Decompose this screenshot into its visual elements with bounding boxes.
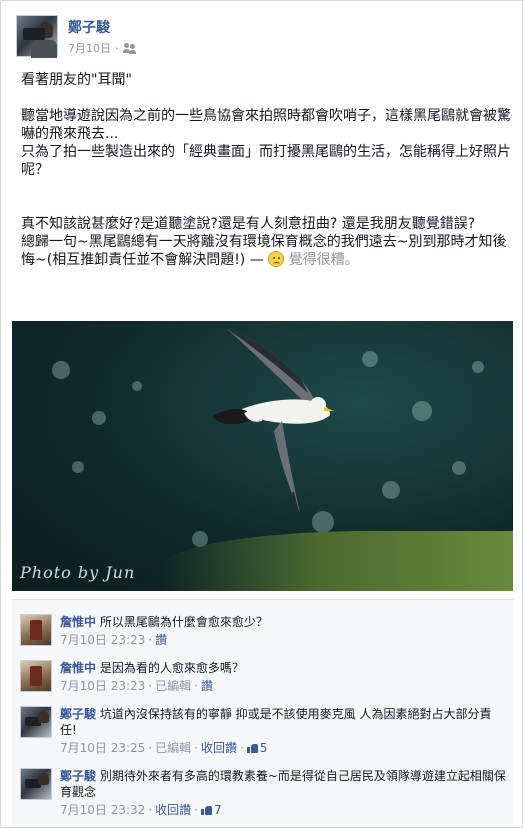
post-paragraph: 總歸一句~黑尾鷗總有一天將離沒有環境保育概念的我們遠去~別到那時才知後悔~(相互… <box>21 233 511 269</box>
comment-time[interactable]: 7月10日 23:23 <box>60 679 145 693</box>
comment-text: 別期待外來者有多高的環教素養~而是得從自己居民及領隊導遊建立起相關保育觀念 <box>60 769 506 799</box>
like-count[interactable]: 7 <box>200 803 222 817</box>
post-paragraph: 真不知該說甚麼好?是道聽塗說?還是有人刻意扭曲? 還是我朋友聽覺錯誤? <box>21 216 476 232</box>
post-text: 看著朋友的"耳聞" 聽當地導遊說因為之前的一些鳥協會來拍照時都會吹哨子，這樣黑尾… <box>21 71 511 269</box>
post-paragraph: 只為了拍一些製造出來的「經典畫面」而打擾黑尾鷗的生活，怎能稱得上好照片呢？ <box>21 144 511 178</box>
like-count-value: 5 <box>259 741 268 755</box>
comment-text: 是因為看的人愈來愈多嗎？ <box>99 661 244 675</box>
commenter-avatar[interactable] <box>20 660 52 692</box>
commenter-name[interactable]: 鄭子駿 <box>60 707 96 721</box>
post-card: 鄭子駿 7月10日 · 看著朋友的"耳聞" 聽當地導遊說因為之前的一些鳥協會來拍照… <box>0 0 523 828</box>
friends-icon[interactable] <box>122 43 137 54</box>
commenter-name[interactable]: 鄭子駿 <box>60 769 96 783</box>
seagull-image <box>212 329 334 513</box>
edited-label[interactable]: 已編輯 <box>155 679 191 693</box>
photo-watermark: Photo by Jun <box>20 563 136 582</box>
comments-section: 詹惟中 所以黑尾鷗為什麼會愈來愈少？ 7月10日 23:23 · 讚 詹惟中 是因為… <box>12 599 513 825</box>
post-photo[interactable]: Photo by Jun <box>12 321 513 591</box>
commenter-avatar[interactable] <box>20 614 52 646</box>
commenter-name[interactable]: 詹惟中 <box>60 615 96 629</box>
post-meta: 7月10日 · <box>68 40 137 56</box>
thumbs-up-icon <box>246 743 258 753</box>
edited-label[interactable]: 已編輯 <box>155 741 191 755</box>
like-count[interactable]: 5 <box>246 741 268 755</box>
post-paragraph-text: 總歸一句~黑尾鷗總有一天將離沒有環境保育概念的我們遠去~別到那時才知後悔~(相互… <box>21 234 507 268</box>
like-count-value: 7 <box>213 803 222 817</box>
comment-text: 所以黑尾鷗為什麼會愈來愈少？ <box>99 615 268 629</box>
post-paragraph: 看著朋友的"耳聞" <box>21 72 132 88</box>
like-link[interactable]: 讚 <box>155 633 167 647</box>
commenter-avatar[interactable] <box>20 768 52 800</box>
author-name[interactable]: 鄭子駿 <box>68 17 110 37</box>
author-avatar[interactable] <box>16 15 58 58</box>
comment-text: 坑道內沒保持該有的寧靜 抑或是不該使用麥克風 人為因素絕對占大部分責任! <box>60 707 492 737</box>
post-paragraph: 聽當地導遊說因為之前的一些鳥協會來拍照時都會吹哨子，這樣黑尾鷗就會被驚嚇的飛來飛… <box>21 108 511 142</box>
thumbs-up-icon <box>200 805 212 815</box>
comment-time[interactable]: 7月10日 23:23 <box>60 633 145 647</box>
feeling-text[interactable]: 覺得很糟。 <box>289 252 359 268</box>
comment-time[interactable]: 7月10日 23:32 <box>60 803 145 817</box>
unlike-link[interactable]: 收回讚 <box>201 741 237 755</box>
commenter-avatar[interactable] <box>20 706 52 738</box>
comment-time[interactable]: 7月10日 23:25 <box>60 741 145 755</box>
like-link[interactable]: 讚 <box>201 679 213 693</box>
post-date[interactable]: 7月10日 <box>68 42 111 55</box>
commenter-name[interactable]: 詹惟中 <box>60 661 96 675</box>
sad-face-icon <box>268 251 285 267</box>
unlike-link[interactable]: 收回讚 <box>155 803 191 817</box>
